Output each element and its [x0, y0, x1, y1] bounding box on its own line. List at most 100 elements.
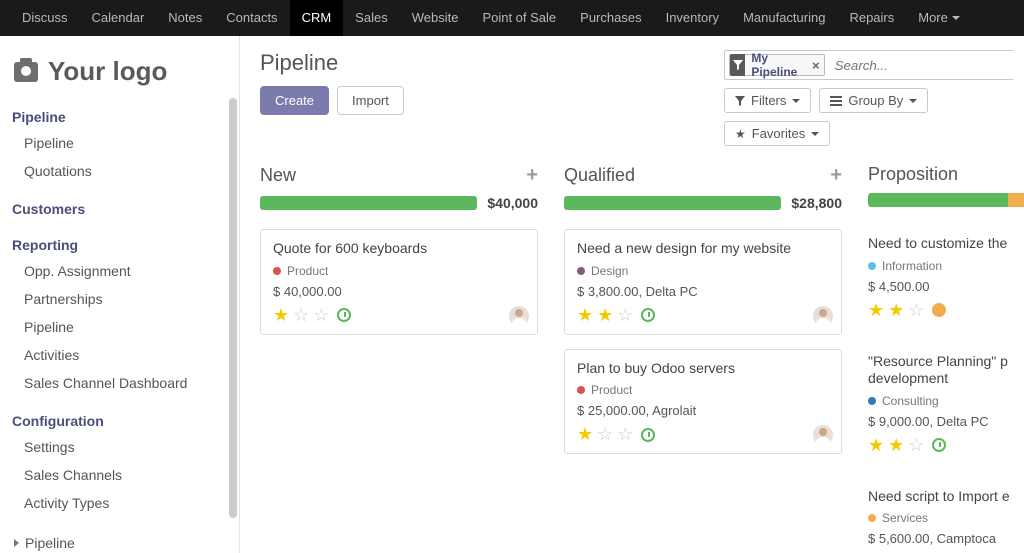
activity-clock-icon[interactable] — [641, 428, 655, 442]
priority-star-icon[interactable]: ★ — [597, 305, 613, 326]
star-icon: ★ — [735, 127, 746, 141]
activity-clock-icon[interactable] — [932, 303, 946, 317]
tag-label: Product — [591, 383, 632, 397]
nav-item-notes[interactable]: Notes — [156, 0, 214, 36]
priority-star-icon[interactable]: ★ — [888, 300, 904, 321]
nav-item-point-of-sale[interactable]: Point of Sale — [470, 0, 568, 36]
nav-item-crm[interactable]: CRM — [290, 0, 344, 36]
sidebar-head-reporting[interactable]: Reporting — [10, 233, 239, 257]
priority-star-icon[interactable]: ☆ — [617, 424, 633, 445]
sidebar-item-opp-assignment[interactable]: Opp. Assignment — [10, 257, 239, 285]
sidebar-item-pipeline[interactable]: Pipeline — [10, 529, 239, 553]
priority-star-icon[interactable]: ★ — [868, 300, 884, 321]
card-title: Plan to buy Odoo servers — [577, 360, 829, 378]
nav-item-repairs[interactable]: Repairs — [837, 0, 906, 36]
groupby-label: Group By — [848, 93, 903, 108]
priority-star-icon[interactable]: ☆ — [597, 424, 613, 445]
nav-item-purchases[interactable]: Purchases — [568, 0, 653, 36]
kanban-card[interactable]: Need a new design for my website Design $ … — [564, 229, 842, 335]
main-content: Pipeline Create Import My Pipeline × — [240, 36, 1024, 553]
column-progress-bar — [260, 196, 477, 210]
sidebar-head-customers[interactable]: Customers — [10, 197, 239, 221]
card-footer: ★☆☆ — [577, 424, 829, 445]
priority-star-icon[interactable]: ★ — [577, 424, 593, 445]
nav-item-contacts[interactable]: Contacts — [214, 0, 289, 36]
tag-dot-icon — [868, 397, 876, 405]
sidebar-item-sales-channel-dashboard[interactable]: Sales Channel Dashboard — [10, 369, 239, 397]
sidebar-head-pipeline[interactable]: Pipeline — [10, 105, 239, 129]
card-title: Need a new design for my website — [577, 240, 829, 258]
sidebar-item-activity-types[interactable]: Activity Types — [10, 489, 239, 517]
priority-star-icon[interactable]: ☆ — [313, 305, 329, 326]
nav-item-calendar[interactable]: Calendar — [80, 0, 157, 36]
nav-item-website[interactable]: Website — [400, 0, 471, 36]
card-amount: $ 3,800.00, Delta PC — [577, 284, 829, 299]
search-box[interactable]: My Pipeline × — [724, 50, 1014, 80]
sidebar-item-activities[interactable]: Activities — [10, 341, 239, 369]
funnel-icon — [735, 96, 745, 106]
user-avatar[interactable] — [813, 306, 833, 326]
priority-star-icon[interactable]: ☆ — [617, 305, 633, 326]
card-amount: $ 40,000.00 — [273, 284, 525, 299]
add-card-icon[interactable]: + — [830, 164, 842, 187]
kanban-card[interactable]: Need to customize theInformation$ 4,500.… — [868, 225, 1024, 329]
nav-item-discuss[interactable]: Discuss — [10, 0, 80, 36]
create-button[interactable]: Create — [260, 86, 329, 115]
tag-dot-icon — [868, 262, 876, 270]
filters-button[interactable]: Filters — [724, 88, 811, 113]
nav-item-more[interactable]: More — [906, 0, 972, 36]
kanban-card[interactable]: "Resource Planning" p developmentConsult… — [868, 343, 1024, 464]
column-total: $28,800 — [791, 195, 842, 211]
chevron-down-icon — [811, 132, 819, 136]
sidebar-item-quotations[interactable]: Quotations — [10, 157, 239, 185]
column-title: Qualified — [564, 165, 635, 186]
logo-text: Your logo — [48, 56, 167, 87]
chevron-down-icon — [909, 99, 917, 103]
user-avatar[interactable] — [813, 425, 833, 445]
import-button[interactable]: Import — [337, 86, 404, 115]
groupby-button[interactable]: Group By — [819, 88, 928, 113]
search-input[interactable] — [829, 51, 1020, 79]
sidebar-item-pipeline[interactable]: Pipeline — [10, 313, 239, 341]
card-footer: ★★☆ — [577, 305, 829, 326]
card-amount: $ 5,600.00, Camptoca — [868, 531, 1024, 546]
activity-clock-icon[interactable] — [641, 308, 655, 322]
facet-remove-icon[interactable]: × — [808, 58, 824, 73]
add-card-icon[interactable]: + — [526, 164, 538, 187]
sidebar-item-sales-channels[interactable]: Sales Channels — [10, 461, 239, 489]
priority-star-icon[interactable]: ★ — [868, 435, 884, 456]
priority-star-icon[interactable]: ★ — [273, 305, 289, 326]
column-progress-bar — [564, 196, 781, 210]
nav-item-manufacturing[interactable]: Manufacturing — [731, 0, 837, 36]
logo: Your logo — [14, 56, 239, 87]
column-progress-bar — [868, 193, 1024, 207]
favorites-button[interactable]: ★ Favorites — [724, 121, 830, 146]
user-avatar[interactable] — [509, 306, 529, 326]
top-nav: DiscussCalendarNotesContactsCRMSalesWebs… — [0, 0, 1024, 36]
nav-item-inventory[interactable]: Inventory — [654, 0, 731, 36]
search-facet[interactable]: My Pipeline × — [729, 54, 825, 76]
kanban-column: Qualified + $28,800 Need a new design for m… — [564, 164, 842, 553]
kanban-card[interactable]: Quote for 600 keyboardsProduct$ 40,000.0… — [260, 229, 538, 335]
card-title: Need to customize the — [868, 235, 1024, 253]
priority-star-icon[interactable]: ☆ — [908, 300, 924, 321]
priority-star-icon[interactable]: ☆ — [293, 305, 309, 326]
card-footer: ★★☆ — [868, 300, 1024, 321]
sidebar-head-configuration[interactable]: Configuration — [10, 409, 239, 433]
priority-star-icon[interactable]: ☆ — [908, 435, 924, 456]
activity-clock-icon[interactable] — [932, 438, 946, 452]
sidebar-item-partnerships[interactable]: Partnerships — [10, 285, 239, 313]
tag-label: Services — [882, 511, 928, 525]
card-tag: Consulting — [868, 394, 1024, 408]
sidebar-item-pipeline[interactable]: Pipeline — [10, 129, 239, 157]
priority-star-icon[interactable]: ★ — [888, 435, 904, 456]
card-amount: $ 4,500.00 — [868, 279, 1024, 294]
kanban-card[interactable]: Need script to Import eServices$ 5,600.0… — [868, 478, 1024, 553]
card-tag: Design — [577, 264, 829, 278]
activity-clock-icon[interactable] — [337, 308, 351, 322]
sidebar-item-settings[interactable]: Settings — [10, 433, 239, 461]
priority-star-icon[interactable]: ★ — [577, 305, 593, 326]
nav-item-sales[interactable]: Sales — [343, 0, 400, 36]
sidebar-scrollbar[interactable] — [229, 98, 237, 518]
kanban-card[interactable]: Plan to buy Odoo serversProduct$ 25,000.… — [564, 349, 842, 455]
